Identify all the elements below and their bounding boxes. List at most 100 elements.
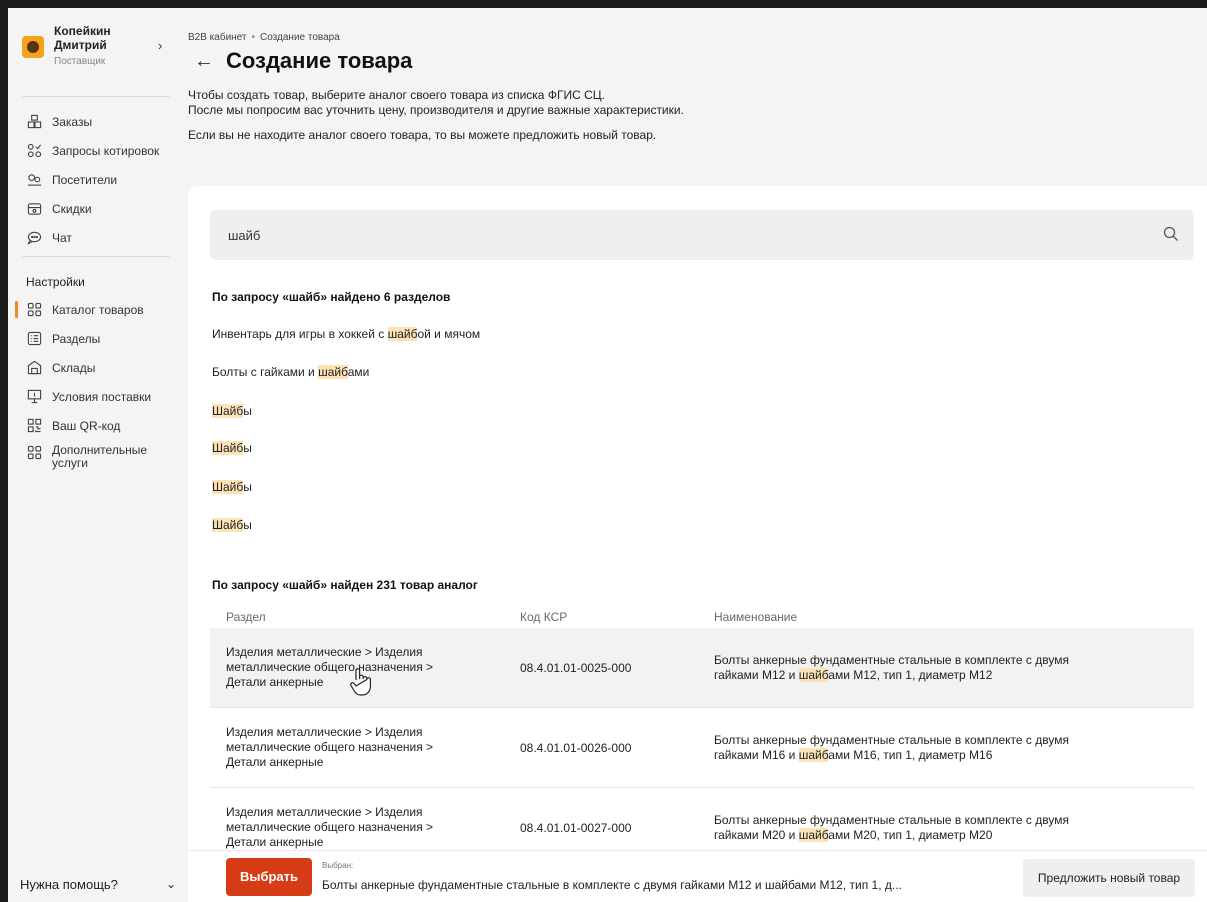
breadcrumb-separator: • — [251, 32, 255, 43]
section-result-post: ы — [243, 404, 252, 418]
bear-avatar-icon — [22, 36, 44, 58]
catalog-icon — [26, 302, 42, 318]
chosen-value: Болты анкерные фундаментные стальные в к… — [322, 878, 902, 892]
back-arrow-icon[interactable]: ← — [188, 50, 226, 73]
delivery-icon — [26, 389, 42, 405]
nav-item-label: Разделы — [52, 331, 101, 346]
nav-item-label: Дополнительные услуги — [52, 444, 147, 470]
cell-name-pre: гайками М20 и — [714, 827, 799, 842]
user-profile[interactable]: Копейкин Дмитрий Поставщик › — [8, 8, 180, 92]
main-content: B2B кабинет • Создание товара ← Создание т… — [188, 8, 1207, 902]
cell-section: Изделия металлические > Изделия металлич… — [210, 805, 504, 850]
cell-code: 08.4.01.01-0025-000 — [520, 660, 632, 675]
section-result[interactable]: Шайбы — [212, 518, 252, 532]
nav-item-services[interactable]: Дополнительные услуги — [8, 440, 180, 476]
nav-item-discounts[interactable]: Скидки — [8, 194, 180, 223]
quotes-icon — [26, 143, 42, 159]
cell-name-post: ами М20, тип 1, диаметр М20 — [828, 827, 993, 842]
sections-result-title: По запросу «шайб» найдено 6 разделов — [212, 290, 451, 304]
section-result-pre: Болты с гайками и — [212, 365, 319, 379]
section-result[interactable]: Шайбы — [212, 480, 252, 494]
search-icon[interactable] — [1162, 225, 1180, 243]
cell-name-l1: Болты анкерные фундаментные стальные в к… — [714, 732, 1069, 747]
cell-section-l3: Детали анкерные — [226, 755, 324, 769]
main-nav: Заказы Запросы котировок Посетители Скид… — [8, 97, 180, 252]
section-result[interactable]: Болты с гайками и шайбами — [212, 365, 369, 379]
cell-name-highlight: шайб — [798, 827, 829, 842]
section-result-post: ы — [243, 441, 252, 455]
intro-line3: Если вы не находите аналог своего товара… — [188, 128, 657, 142]
breadcrumb-root[interactable]: B2B кабинет — [188, 32, 246, 43]
user-role: Поставщик — [54, 56, 106, 67]
cell-name-l1: Болты анкерные фундаментные стальные в к… — [714, 812, 1069, 827]
hand-cursor-icon — [350, 668, 371, 696]
products-table: Раздел Код КСР Наименование Изделия мета… — [210, 606, 1194, 868]
nav-item-orders[interactable]: Заказы — [8, 107, 180, 136]
section-result-post: ой и мячом — [417, 327, 481, 341]
table-row[interactable]: Изделия металлические > Изделия металлич… — [210, 708, 1194, 788]
chosen-product: Выбран: Болты анкерные фундаментные стал… — [322, 861, 1002, 892]
section-result[interactable]: Шайбы — [212, 441, 252, 455]
section-result-post: ы — [243, 518, 252, 532]
cell-name-pre: гайками М12 и — [714, 667, 799, 682]
cell-name: Болты анкерные фундаментные стальные в к… — [700, 813, 1194, 843]
section-result[interactable]: Инвентарь для игры в хоккей с шайбой и м… — [212, 327, 480, 341]
orders-icon — [26, 114, 42, 130]
table-header: Раздел Код КСР Наименование — [210, 606, 1194, 628]
products-result-title: По запросу «шайб» найден 231 товар анало… — [212, 578, 478, 592]
search-value: шайб — [228, 227, 261, 243]
cell-name-l2: гайками М12 и шайбами М12, тип 1, диамет… — [714, 667, 1194, 683]
intro-text: Чтобы создать товар, выберите аналог сво… — [188, 88, 1207, 118]
nav-item-quotes[interactable]: Запросы котировок — [8, 136, 180, 165]
nav-item-label: Склады — [52, 360, 96, 375]
chat-icon — [26, 230, 42, 246]
nav-item-warehouses[interactable]: Склады — [8, 353, 180, 382]
select-button[interactable]: Выбрать — [226, 857, 312, 896]
cell-section-l1: Изделия металлические > Изделия — [226, 725, 423, 739]
nav-item-qr[interactable]: Ваш QR-код — [8, 411, 180, 440]
cell-name-l1: Болты анкерные фундаментные стальные в к… — [714, 652, 1069, 667]
nav-item-label: Скидки — [52, 201, 92, 216]
cell-code: 08.4.01.01-0026-000 — [520, 740, 632, 755]
title-row: ← Создание товара — [188, 44, 1207, 78]
nav-item-delivery[interactable]: Условия поставки — [8, 382, 180, 411]
nav-item-label-line2: услуги — [52, 456, 88, 470]
cell-section: Изделия металлические > Изделия металлич… — [210, 725, 504, 770]
sidebar: Копейкин Дмитрий Поставщик › Заказы Запр… — [8, 8, 180, 902]
nav-item-chat[interactable]: Чат — [8, 223, 180, 252]
header-code: Код КСР — [520, 610, 568, 624]
nav-item-sections[interactable]: Разделы — [8, 324, 180, 353]
help-dropdown[interactable]: Нужна помощь? ⌄ — [20, 866, 180, 902]
breadcrumb-current: Создание товара — [260, 32, 340, 43]
chosen-label: Выбран: — [322, 861, 354, 870]
header-section: Раздел — [226, 609, 266, 624]
cell-section-l1: Изделия металлические > Изделия — [226, 805, 423, 819]
discounts-icon — [26, 201, 42, 217]
settings-nav: Каталог товаров Разделы Склады Условия п… — [8, 295, 180, 476]
user-name-first: Копейкин — [54, 24, 111, 38]
visitors-icon — [26, 172, 42, 188]
search-card: шайб По запросу «шайб» найдено 6 раздело… — [188, 186, 1207, 902]
cell-name-post: ами М12, тип 1, диаметр М12 — [828, 667, 993, 682]
cell-name: Болты анкерные фундаментные стальные в к… — [700, 733, 1194, 763]
nav-item-catalog[interactable]: Каталог товаров — [8, 295, 180, 324]
help-label: Нужна помощь? — [20, 876, 118, 892]
cell-name-post: ами М16, тип 1, диаметр М16 — [828, 747, 993, 762]
action-footer: Выбрать Выбран: Болты анкерные фундамент… — [188, 850, 1207, 902]
search-input[interactable]: шайб — [210, 210, 1194, 260]
section-result-pre: Инвентарь для игры в хоккей с — [212, 327, 388, 341]
cell-name-l2: гайками М16 и шайбами М16, тип 1, диамет… — [714, 747, 1194, 763]
cell-section-l1: Изделия металлические > Изделия — [226, 645, 423, 659]
nav-item-label-line1: Дополнительные — [52, 443, 147, 457]
propose-new-product-button[interactable]: Предложить новый товар — [1023, 859, 1195, 897]
section-result-highlight: Шайб — [212, 441, 244, 455]
nav-item-label: Условия поставки — [52, 389, 152, 404]
cell-section-l2: металлические общего назначения > — [226, 740, 434, 754]
section-result-highlight: Шайб — [212, 404, 244, 418]
settings-heading: Настройки — [26, 275, 85, 289]
breadcrumb: B2B кабинет • Создание товара — [188, 8, 1207, 48]
nav-item-visitors[interactable]: Посетители — [8, 165, 180, 194]
cell-section-l2: металлические общего назначения > — [226, 820, 434, 834]
section-result[interactable]: Шайбы — [212, 404, 252, 418]
section-result-highlight: Шайб — [212, 518, 244, 532]
